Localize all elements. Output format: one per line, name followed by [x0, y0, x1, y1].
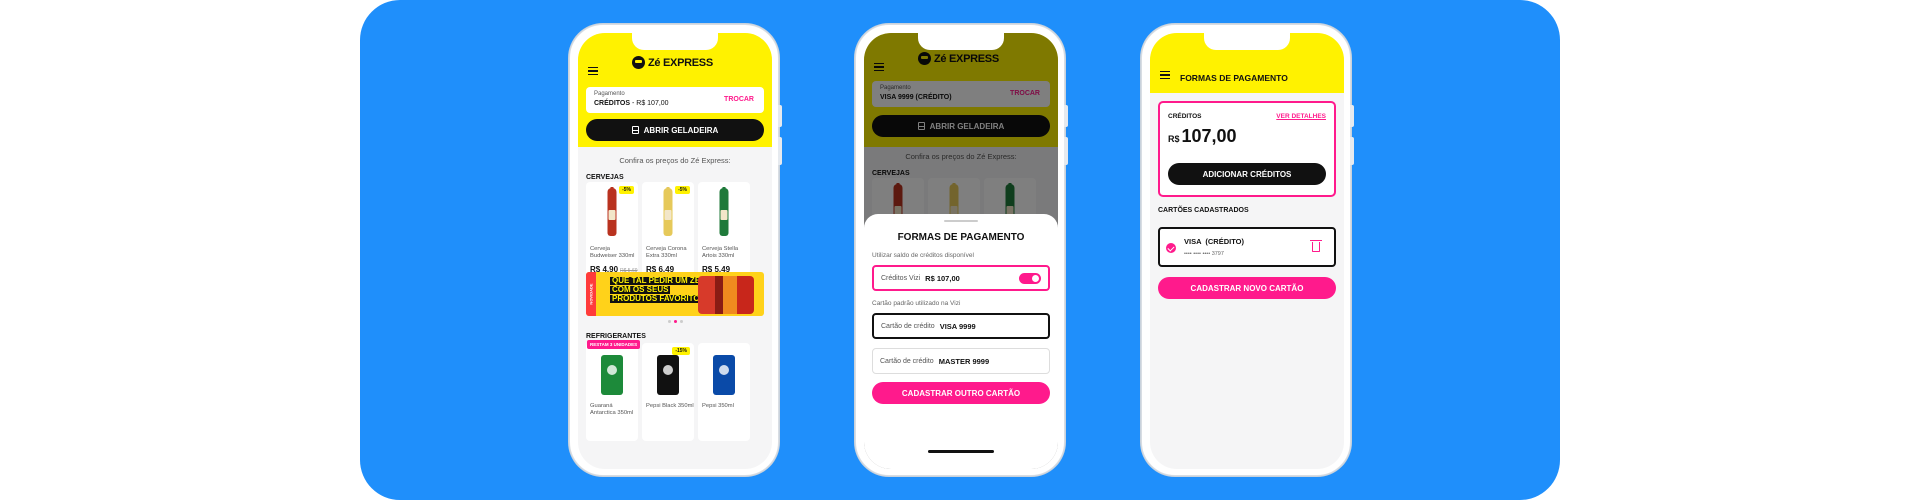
product-collage-image [698, 276, 754, 314]
menu-icon[interactable] [1160, 71, 1170, 79]
credits-balance: R$ 107,00 [1168, 126, 1237, 146]
product-card[interactable]: -15% Pepsi Black 350ml [642, 343, 694, 441]
sheet-handle[interactable] [944, 220, 978, 222]
product-card[interactable]: -5% Cerveja Budweiser 330ml R$ 4,90 R$ 5,… [586, 182, 638, 280]
card-option-visa[interactable]: Cartão de crédito VISA 9999 [872, 313, 1050, 339]
menu-icon[interactable] [588, 67, 598, 75]
product-card[interactable]: Cerveja Stella Artois 330ml R$ 5,49 [698, 182, 750, 280]
product-card[interactable]: Pepsi 350ml [698, 343, 750, 441]
product-card[interactable]: RESTAM 3 UNIDADES Guaraná Antarctica 350… [586, 340, 641, 441]
card-option-master[interactable]: Cartão de crédito MASTER 9999 [872, 348, 1050, 374]
section-title-soft-drinks: REFRIGERANTES [586, 333, 646, 340]
discount-badge: -15% [672, 347, 690, 355]
section-title-cards: CARTÕES CADASTRADOS [1158, 207, 1249, 214]
page-title: FORMAS DE PAGAMENTO [1180, 73, 1288, 83]
app-logo: Zé EXPRESS [632, 56, 713, 69]
phone-home: Zé EXPRESS Pagamento CRÉDITOS - R$ 107,0… [569, 24, 782, 476]
open-fridge-button[interactable]: ABRIR GELADEIRA [586, 119, 764, 141]
discount-badge: -5% [619, 186, 634, 194]
section-title-beers: CERVEJAS [586, 174, 624, 181]
add-credits-button[interactable]: ADICIONAR CRÉDITOS [1168, 163, 1326, 185]
beer-bottle-image [719, 187, 729, 236]
add-other-card-button[interactable]: CADASTRAR OUTRO CARTÃO [872, 382, 1050, 404]
discount-badge: -5% [675, 186, 690, 194]
can-image [657, 355, 679, 395]
home-indicator [928, 450, 994, 453]
product-card[interactable]: -5% Cerveja Corona Extra 330ml R$ 6,49 [642, 182, 694, 280]
price-intro: Confira os preços do Zé Express: [619, 156, 731, 165]
payment-methods-sheet: FORMAS DE PAGAMENTO Utilizar saldo de cr… [864, 214, 1058, 469]
stock-badge: RESTAM 3 UNIDADES [587, 340, 641, 349]
credits-option[interactable]: Créditos Vizi R$ 107,00 [872, 265, 1050, 291]
view-details-link[interactable]: VER DETALHES [1276, 113, 1326, 120]
sheet-title: FORMAS DE PAGAMENTO [897, 232, 1025, 243]
beer-bottle-image [607, 187, 617, 236]
trash-icon[interactable] [1310, 240, 1322, 252]
change-payment-link[interactable]: TROCAR [724, 96, 754, 103]
background-panel: Zé EXPRESS Pagamento CRÉDITOS - R$ 107,0… [360, 0, 1560, 500]
header: Zé EXPRESS Pagamento CRÉDITOS - R$ 107,0… [578, 33, 772, 147]
promo-banner[interactable]: NOVIDADE QUE TAL PEDIR UM ZÉ COM OS SEUS… [586, 272, 764, 316]
check-icon [1166, 243, 1176, 253]
ze-logo-icon [632, 56, 645, 69]
register-new-card-button[interactable]: CADASTRAR NOVO CARTÃO [1158, 277, 1336, 299]
payment-selector[interactable]: Pagamento CRÉDITOS - R$ 107,00 TROCAR [586, 87, 764, 113]
can-image [713, 355, 735, 395]
fridge-icon [631, 126, 639, 134]
saved-card[interactable]: VISA (CRÉDITO) •••• •••• •••• 3797 [1158, 227, 1336, 267]
beer-bottle-image [663, 187, 673, 236]
credits-card: CRÉDITOS VER DETALHES R$ 107,00 ADICIONAR… [1158, 101, 1336, 197]
phone-payment-methods: FORMAS DE PAGAMENTO CRÉDITOS VER DETALHE… [1141, 24, 1354, 476]
phone-payment-sheet: Zé EXPRESS Pagamento VISA 9999 (CRÉDITO)… [855, 24, 1068, 476]
credits-toggle[interactable] [1019, 273, 1041, 284]
can-image [601, 355, 623, 395]
carousel-dots[interactable] [578, 320, 772, 323]
